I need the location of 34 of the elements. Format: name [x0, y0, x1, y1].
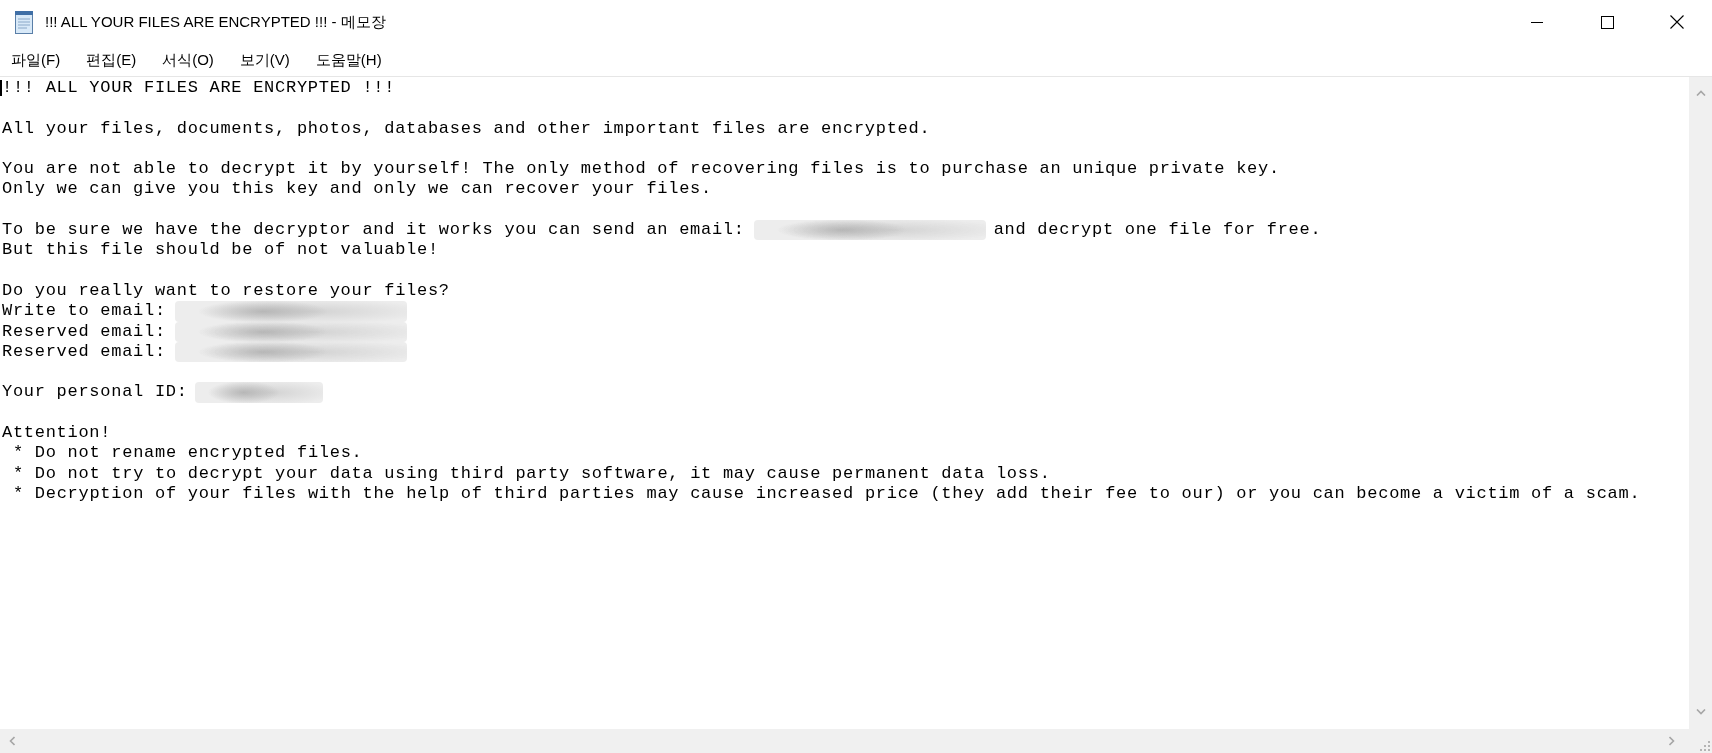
note-text: * Do not rename encrypted files. — [13, 443, 363, 464]
close-icon[interactable] — [1670, 15, 1684, 29]
scroll-left-icon[interactable] — [9, 736, 15, 746]
maximize-icon[interactable] — [1600, 15, 1614, 29]
note-text: Your personal ID: — [2, 382, 188, 403]
menu-item[interactable]: 파일(F) — [7, 47, 65, 73]
note-text: Reserved email: — [2, 321, 166, 342]
menu-item[interactable]: 서식(O) — [158, 47, 218, 73]
note-text: Attention! — [2, 423, 112, 444]
note-text: But this file should be of not valuable! — [2, 240, 439, 261]
window-title: !!! ALL YOUR FILES ARE ENCRYPTED !!! - 메모장 — [45, 12, 386, 32]
horizontal-scrollbar[interactable] — [0, 729, 1689, 753]
resize-grip-icon[interactable] — [1700, 741, 1710, 751]
note-text: Reserved email: — [2, 341, 166, 363]
scroll-right-icon[interactable] — [1669, 736, 1675, 746]
menu-item[interactable]: 도움말(H) — [311, 47, 386, 73]
note-text: To be sure we have the decryptor and it works you can send an email: — [2, 220, 745, 241]
menu-item[interactable]: 보기(V) — [235, 47, 294, 73]
note-text: You are not able to decrypt it by yourself! The only method of recovering files is to purchase an unique private key. — [2, 159, 1280, 180]
note-text: Write to email: — [2, 301, 166, 322]
note-text: and decrypt one file for free. — [993, 220, 1322, 241]
scroll-up-icon[interactable] — [1695, 90, 1706, 96]
notepad-icon — [13, 10, 35, 34]
note-text: * Decryption of your files with the help of third parties may cause increased price (they add their fee to our) or you can become a victim of a scam. — [13, 483, 1641, 505]
note-text: Only we can give you this key and only we can recover your files. — [2, 179, 712, 200]
note-text: * Do not try to decrypt your data using third party software, it may cause permanent data loss. — [13, 463, 1051, 484]
note-text: All your files, documents, photos, databases and other important files are encrypted. — [2, 118, 931, 139]
text-cursor — [0, 80, 2, 96]
menu-item[interactable]: 편집(E) — [82, 47, 141, 73]
note-text: Do you really want to restore your files? — [2, 280, 450, 302]
note-text: !!! ALL YOUR FILES ARE ENCRYPTED !!! — [2, 78, 396, 99]
minimize-icon[interactable] — [1531, 21, 1543, 23]
scroll-down-icon[interactable] — [1695, 709, 1706, 715]
vertical-scrollbar[interactable] — [1689, 77, 1712, 729]
